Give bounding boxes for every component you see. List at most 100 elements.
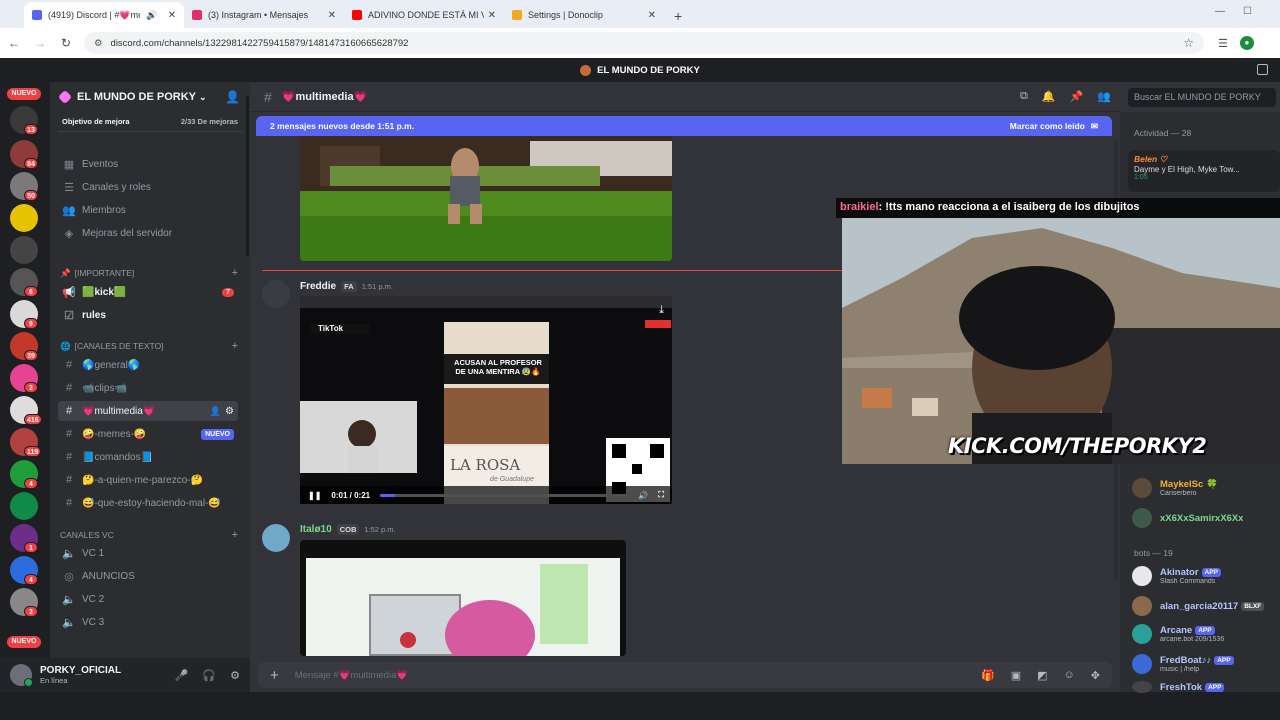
- channel-a-quien-me-parezco[interactable]: # 🤔-a-quien-me-parezco-🤔: [58, 470, 238, 490]
- download-icon[interactable]: ⤓: [659, 304, 664, 317]
- username[interactable]: PORKY_OFICIAL: [40, 665, 121, 676]
- image-attachment[interactable]: [300, 540, 626, 656]
- inbox-icon[interactable]: [1257, 64, 1268, 75]
- browser-tab-youtube[interactable]: ADIVINO DONDE ESTÁ MI VEC ✕: [344, 2, 504, 28]
- close-tab-icon[interactable]: ✕: [648, 10, 656, 21]
- search-input[interactable]: Buscar EL MUNDO DE PORKY: [1128, 88, 1276, 107]
- nuevo-pill[interactable]: NUEVO: [7, 636, 41, 648]
- new-messages-bar[interactable]: 2 mensajes nuevos desde 1:51 p.m. Marcar…: [256, 116, 1112, 136]
- url-field[interactable]: ⚙ discord.com/channels/13229814227594158…: [84, 32, 1204, 54]
- channel-que-estoy-haciendo-mal[interactable]: # 😅-que-estoy-haciendo-mal-😅: [58, 493, 238, 513]
- nav-server-boosts[interactable]: ◈ Mejoras del servidor: [58, 223, 238, 243]
- guild-tag[interactable]: FA: [341, 281, 357, 292]
- close-tab-icon[interactable]: ✕: [168, 10, 176, 21]
- avatar[interactable]: [10, 664, 33, 687]
- author-name[interactable]: Freddie: [300, 281, 336, 292]
- add-attachment-icon[interactable]: +: [270, 667, 279, 684]
- invite-icon[interactable]: 👤: [210, 406, 221, 417]
- video-title: LA ROSA: [450, 456, 521, 474]
- boost-goal-bar[interactable]: Objetivo de mejora 2/33 De mejoras: [58, 112, 242, 132]
- category-voice[interactable]: CANALES VC +: [58, 528, 240, 542]
- apps-icon[interactable]: ✥: [1091, 669, 1100, 682]
- settings-gear-icon[interactable]: ⚙: [230, 669, 240, 682]
- new-tab-icon[interactable]: +: [664, 8, 692, 28]
- activity-card[interactable]: Belen ♡ Dayme y El High, Myke Tow... 1:0…: [1128, 150, 1280, 192]
- category-important[interactable]: 📌 [IMPORTANTE] +: [58, 266, 240, 280]
- browser-tab-donoclip[interactable]: Settings | Donoclip ✕: [504, 2, 664, 28]
- voice-channel-vc3[interactable]: 🔈 VC 3: [58, 612, 238, 632]
- close-tab-icon[interactable]: ✕: [488, 10, 496, 21]
- avatar[interactable]: [262, 280, 290, 308]
- pause-icon[interactable]: ❚❚: [308, 491, 321, 500]
- channel-general[interactable]: # 🌎general🌎: [58, 355, 238, 375]
- channel-kick[interactable]: 📢 🟩kick🟩 7: [58, 282, 238, 302]
- avatar[interactable]: [262, 524, 290, 552]
- guild-tag[interactable]: COB: [336, 524, 360, 535]
- gift-icon[interactable]: 🎁: [981, 669, 995, 682]
- video-attachment[interactable]: TikTok ACUSAN AL PROFESOR DE UNA MENTIRA…: [300, 296, 672, 504]
- forward-icon[interactable]: →: [28, 36, 52, 50]
- list-icon: ☰: [64, 181, 74, 194]
- author-name[interactable]: Italø10: [300, 524, 332, 535]
- pin-icon[interactable]: 📌: [1070, 90, 1084, 103]
- voice-channel-vc2[interactable]: 🔈 VC 2: [58, 589, 238, 609]
- speaker-icon[interactable]: 🔊: [146, 10, 157, 21]
- member-row[interactable]: FreshTok APP: [1132, 680, 1280, 694]
- nuevo-pill[interactable]: NUEVO: [7, 88, 41, 100]
- nav-members[interactable]: 👥 Miembros: [58, 200, 238, 220]
- add-member-icon[interactable]: 👤: [225, 90, 240, 104]
- voice-channel-anuncios[interactable]: ◎ ANUNCIOS: [58, 566, 238, 586]
- site-info-icon[interactable]: ⚙: [94, 38, 103, 49]
- member-row[interactable]: alan_garcia20117 BLXF: [1132, 594, 1280, 618]
- video-progress-track[interactable]: [380, 493, 629, 497]
- volume-icon[interactable]: 🔊: [638, 491, 648, 500]
- member-row[interactable]: xX6XxSamirxX6Xx: [1132, 506, 1280, 530]
- bookmark-star-icon[interactable]: ☆: [1183, 36, 1194, 50]
- bell-icon[interactable]: 🔔: [1042, 90, 1056, 103]
- back-icon[interactable]: ←: [2, 36, 26, 50]
- channel-comandos[interactable]: # 📘comandos📘: [58, 447, 238, 467]
- channel-multimedia[interactable]: # 💗multimedia💗 👤 ⚙: [58, 401, 238, 421]
- member-row[interactable]: MaykelSc 🍀 Canserbero: [1132, 476, 1280, 500]
- channel-rules[interactable]: ☑ rules: [58, 305, 238, 325]
- browser-tab-instagram[interactable]: (3) Instagram • Mensajes ✕: [184, 2, 344, 28]
- server-icon[interactable]: [10, 236, 38, 264]
- member-row[interactable]: Akinator APP Slash Commands: [1132, 564, 1280, 588]
- profile-avatar[interactable]: ●: [1239, 36, 1254, 50]
- add-channel-icon[interactable]: +: [232, 529, 238, 541]
- threads-icon[interactable]: ⧉: [1020, 90, 1028, 103]
- add-channel-icon[interactable]: +: [232, 267, 238, 279]
- image-attachment[interactable]: [300, 136, 672, 261]
- member-row[interactable]: FredBoat♪♪ APP music | /help: [1132, 652, 1280, 676]
- emoji-icon[interactable]: ☺: [1064, 669, 1075, 682]
- server-icon[interactable]: [10, 204, 38, 232]
- member-list-icon[interactable]: 👥: [1097, 90, 1111, 103]
- gear-icon[interactable]: ⚙: [225, 406, 234, 417]
- avatar: [1132, 681, 1152, 693]
- close-tab-icon[interactable]: ✕: [328, 10, 336, 21]
- extensions-icon[interactable]: ☰: [1218, 37, 1228, 50]
- browser-tab-discord[interactable]: (4919) Discord | #💗multi 🔊 ✕: [24, 2, 184, 28]
- category-text-channels[interactable]: 🌐 [CANALES DE TEXTO] +: [58, 339, 240, 353]
- channel-memes[interactable]: # 🤪-memes-🤪 NUEVO: [58, 424, 238, 444]
- headphones-icon[interactable]: 🎧: [202, 669, 216, 682]
- mark-as-read-button[interactable]: Marcar como leído: [1010, 121, 1085, 131]
- nav-channels-roles[interactable]: ☰ Canales y roles: [58, 177, 238, 197]
- channel-clips[interactable]: # 📹clips📹: [58, 378, 238, 398]
- member-row[interactable]: Arcane APP arcane.bot 209/1536: [1132, 622, 1280, 646]
- reload-icon[interactable]: ↻: [54, 36, 78, 50]
- mic-muted-icon[interactable]: 🎤: [175, 669, 189, 682]
- server-icon[interactable]: [10, 492, 38, 520]
- sticker-icon[interactable]: ◩: [1037, 669, 1047, 682]
- voice-channel-vc1[interactable]: 🔈 VC 1: [58, 543, 238, 563]
- sidebar-scrollbar[interactable]: [246, 96, 249, 256]
- mark-read-icon[interactable]: ✉: [1091, 121, 1098, 132]
- message-composer[interactable]: + Mensaje #💗multimedia💗 🎁 ▣ ◩ ☺ ✥: [258, 662, 1112, 688]
- gif-icon[interactable]: ▣: [1011, 669, 1021, 682]
- window-controls[interactable]: —☐: [1215, 6, 1270, 17]
- nav-events[interactable]: ▦ Eventos: [58, 154, 238, 174]
- discord-favicon-icon: [32, 10, 42, 20]
- fullscreen-icon[interactable]: ⛶: [658, 490, 664, 500]
- add-channel-icon[interactable]: +: [232, 340, 238, 352]
- server-header[interactable]: EL MUNDO DE PORKY ⌄ 👤: [50, 82, 250, 112]
